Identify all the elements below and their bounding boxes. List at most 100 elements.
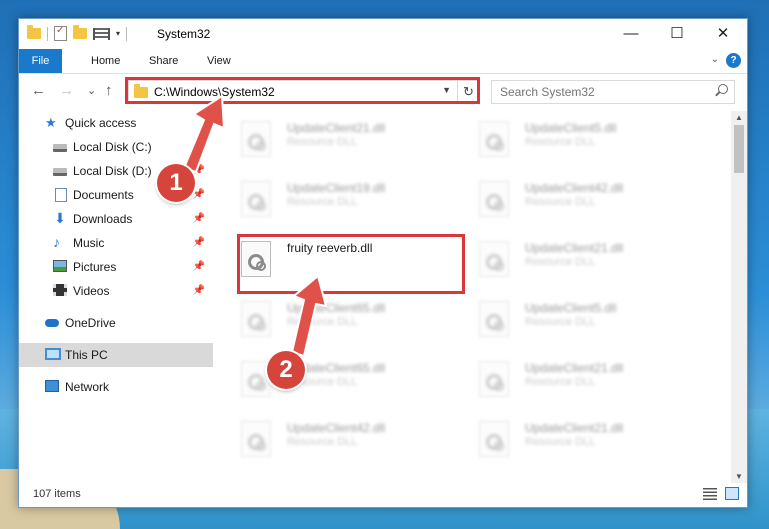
close-button[interactable]: ✕ — [700, 19, 746, 49]
scroll-down-arrow-icon[interactable]: ▼ — [731, 472, 747, 481]
file-tile[interactable]: UpdateClient21.dll Resource DLL — [457, 355, 687, 411]
maximize-button[interactable]: ☐ — [654, 19, 700, 49]
search-box[interactable] — [491, 80, 735, 104]
sidebar-item-network[interactable]: Network — [19, 375, 213, 399]
sidebar-item-label: Videos — [73, 284, 110, 298]
file-tile[interactable]: UpdateClient21.dll Resource DLL — [219, 115, 449, 171]
sidebar-item-pictures[interactable]: Pictures 📌 — [19, 255, 213, 279]
drive-icon — [53, 168, 67, 176]
sidebar-item-downloads[interactable]: ⬇ Downloads 📌 — [19, 207, 213, 231]
file-type: Resource DLL — [525, 316, 596, 328]
dll-file-icon — [241, 181, 271, 217]
sidebar-item-local-disk-c[interactable]: Local Disk (C:) 📌 — [19, 135, 213, 159]
videos-icon — [53, 284, 67, 296]
sidebar-item-this-pc[interactable]: This PC — [19, 343, 213, 367]
star-icon: ★ — [45, 115, 57, 130]
file-name: UpdateClient21.dll — [525, 241, 624, 255]
dll-file-icon — [479, 121, 509, 157]
file-type: Resource DLL — [525, 256, 596, 268]
sidebar-item-onedrive[interactable]: OneDrive — [19, 311, 213, 335]
dll-file-icon — [479, 421, 509, 457]
computer-icon — [45, 348, 61, 360]
file-tile[interactable]: UpdateClient65.dll Resource DLL — [219, 295, 449, 351]
back-button[interactable]: ← — [31, 82, 46, 99]
recent-locations-button[interactable]: ⌄ — [87, 84, 96, 97]
file-tile[interactable]: UpdateClient42.dll Resource DLL — [219, 415, 449, 471]
file-tile[interactable]: UpdateClient21.dll Resource DLL — [457, 235, 687, 291]
dll-file-icon — [479, 181, 509, 217]
file-tile[interactable]: UpdateClient5.dll Resource DLL — [457, 295, 687, 351]
file-name: UpdateClient5.dll — [525, 301, 617, 315]
customize-toolbar-chevron-icon[interactable]: ▾ — [116, 29, 120, 38]
sidebar-item-label: Pictures — [73, 260, 117, 274]
tab-file[interactable]: File — [19, 49, 62, 73]
details-view-icon[interactable] — [703, 488, 717, 500]
properties-icon[interactable] — [54, 25, 67, 41]
tab-view[interactable]: View — [195, 49, 243, 73]
sidebar-item-music[interactable]: ♪ Music 📌 — [19, 231, 213, 255]
dll-file-icon — [479, 301, 509, 337]
file-type: Resource DLL — [525, 136, 596, 148]
up-button[interactable]: ↑ — [105, 82, 113, 99]
sidebar-item-label: OneDrive — [65, 316, 116, 330]
vertical-scrollbar[interactable]: ▲ ▼ — [731, 111, 747, 483]
file-tile[interactable]: UpdateClient42.dll Resource DLL — [457, 175, 687, 231]
pin-icon: 📌 — [192, 189, 205, 200]
new-folder-icon[interactable] — [73, 25, 87, 39]
pin-icon: 📌 — [192, 237, 205, 248]
music-icon: ♪ — [53, 234, 60, 250]
network-icon — [45, 380, 59, 392]
sidebar-item-videos[interactable]: Videos 📌 — [19, 279, 213, 303]
step-2-badge: 2 — [267, 351, 305, 389]
dll-file-icon — [479, 361, 509, 397]
sidebar-item-label: Network — [65, 380, 110, 394]
scrollbar-thumb[interactable] — [734, 125, 744, 173]
file-type: Resource DLL — [287, 436, 358, 448]
file-tile[interactable]: UpdateClient65.dll Resource DLL — [219, 355, 449, 411]
large-icons-view-icon[interactable] — [725, 487, 739, 500]
pictures-icon — [53, 260, 67, 272]
sidebar-item-quick-access[interactable]: ★ Quick access — [19, 111, 213, 135]
file-tile[interactable]: UpdateClient21.dll Resource DLL — [457, 415, 687, 471]
file-type: Resource DLL — [287, 196, 358, 208]
view-options-icon[interactable] — [93, 27, 110, 40]
file-tile[interactable]: UpdateClient5.dll Resource DLL — [457, 115, 687, 171]
drive-icon — [53, 144, 67, 152]
dll-file-icon — [241, 121, 271, 157]
sidebar-item-label: Quick access — [65, 116, 137, 130]
sidebar-item-label: Downloads — [73, 212, 133, 226]
sidebar-item-label: This PC — [65, 348, 108, 362]
minimize-button[interactable]: — — [608, 19, 654, 49]
file-tile[interactable]: UpdateClient19.dll Resource DLL — [219, 175, 449, 231]
file-name: UpdateClient19.dll — [287, 181, 386, 195]
dll-file-icon — [241, 421, 271, 457]
file-type: Resource DLL — [525, 196, 596, 208]
file-name: UpdateClient21.dll — [287, 121, 386, 135]
file-name: UpdateClient65.dll — [287, 301, 386, 315]
help-icon[interactable]: ? — [726, 53, 741, 68]
file-type: Resource DLL — [525, 376, 596, 388]
sidebar-item-label: Local Disk (C:) — [73, 140, 152, 154]
status-bar: 107 items — [19, 483, 747, 507]
tab-share[interactable]: Share — [137, 49, 190, 73]
ribbon-tabs: File Home Share View ⌄ ? — [19, 49, 747, 74]
file-name: UpdateClient42.dll — [287, 421, 386, 435]
scroll-up-arrow-icon[interactable]: ▲ — [731, 113, 747, 122]
search-icon[interactable] — [718, 84, 728, 94]
folder-icon[interactable] — [27, 25, 41, 39]
tab-home[interactable]: Home — [79, 49, 132, 73]
downloads-icon: ⬇ — [54, 210, 66, 226]
forward-button[interactable]: → — [59, 82, 74, 99]
file-type: Resource DLL — [525, 436, 596, 448]
pin-icon: 📌 — [192, 213, 205, 224]
pin-icon: 📌 — [192, 285, 205, 296]
expand-ribbon-chevron-icon[interactable]: ⌄ — [711, 54, 719, 65]
onedrive-icon — [45, 319, 59, 327]
toolbar-divider — [126, 26, 128, 41]
file-name: UpdateClient21.dll — [525, 361, 624, 375]
pin-icon: 📌 — [192, 261, 205, 272]
sidebar-item-label: Documents — [73, 188, 134, 202]
dll-file-icon — [241, 301, 271, 337]
search-input[interactable] — [498, 84, 702, 100]
sidebar-item-label: Music — [73, 236, 105, 250]
